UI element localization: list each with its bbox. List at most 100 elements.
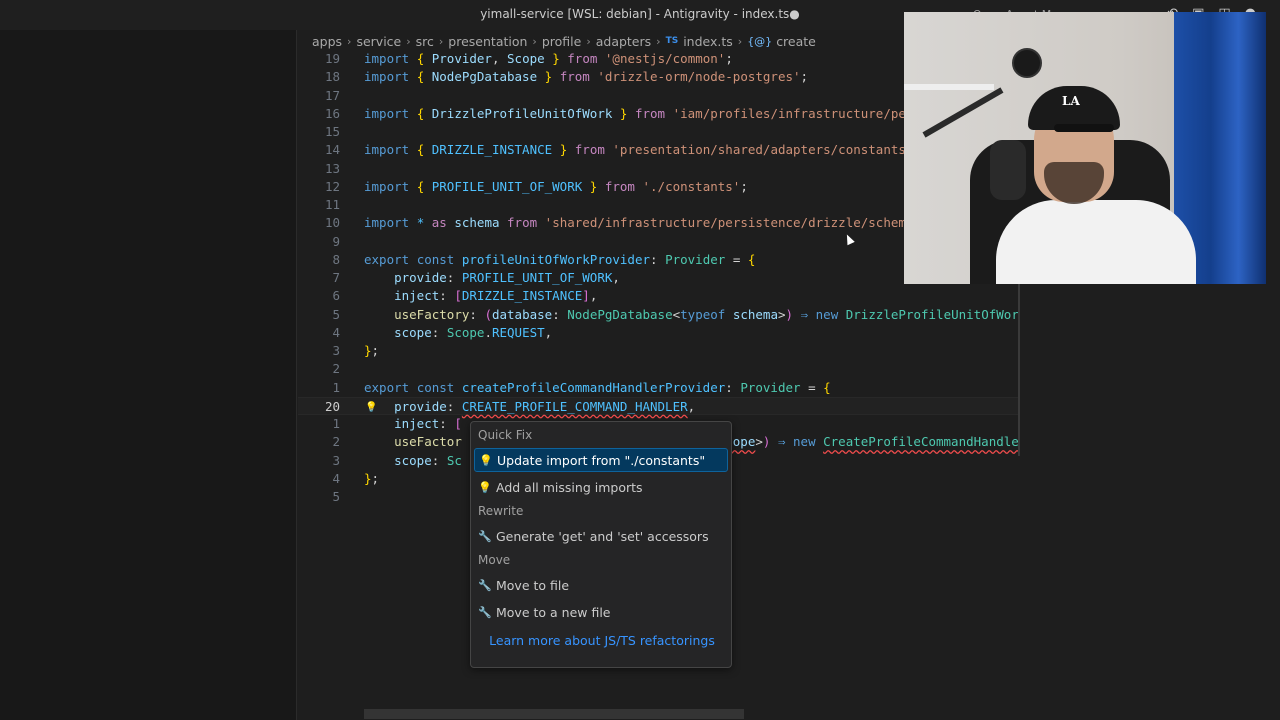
code-token: ) xyxy=(785,306,794,322)
quick-fix-group-title: Move xyxy=(478,553,511,567)
code-token: PROFILE_UNIT_OF_WORK xyxy=(431,178,583,194)
code-text: inject: [DRIZZLE_INSTANCE], xyxy=(364,287,597,305)
code-token: const xyxy=(416,379,455,395)
breadcrumb-item[interactable]: service xyxy=(356,34,401,49)
line-number: 5 xyxy=(332,489,340,504)
webcam-shirt xyxy=(996,200,1196,284)
chevron-right-icon: › xyxy=(347,34,352,48)
code-line[interactable]: 6 inject: [DRIZZLE_INSTANCE], xyxy=(298,287,1020,305)
code-token: './constants' xyxy=(642,178,741,194)
code-token: inject xyxy=(394,288,440,304)
code-token: new xyxy=(815,306,839,322)
webcam-cap-brim xyxy=(1054,124,1114,132)
code-token: scope xyxy=(394,324,432,340)
line-number: 2 xyxy=(332,361,340,377)
horizontal-scrollbar[interactable] xyxy=(364,709,744,719)
code-token: > xyxy=(777,306,786,322)
lightbulb-icon: 💡 xyxy=(478,480,492,494)
code-text: import { PROFILE_UNIT_OF_WORK } from './… xyxy=(364,178,748,196)
breadcrumb-symbol[interactable]: create xyxy=(776,34,816,49)
code-token: schema xyxy=(732,306,778,322)
code-token: from xyxy=(507,215,538,231)
line-number: 12 xyxy=(324,178,340,194)
scrollbar-indicator[interactable] xyxy=(1018,284,1020,456)
code-token: scope xyxy=(394,452,432,468)
quick-fix-item[interactable]: 🔧 Move to a new file xyxy=(474,600,728,624)
code-line[interactable]: 4 scope: Scope.REQUEST, xyxy=(298,324,1020,342)
code-token: import xyxy=(364,178,410,194)
breadcrumb-file[interactable]: index.ts xyxy=(683,34,733,49)
wrench-icon: 🔧 xyxy=(478,578,492,592)
code-line[interactable]: 2 xyxy=(298,360,1020,378)
code-token: Provider xyxy=(740,379,801,395)
breadcrumb-item[interactable]: apps xyxy=(312,34,342,49)
code-token: from xyxy=(567,51,598,66)
variable-symbol-icon: {@} xyxy=(747,34,773,48)
quick-fix-item[interactable]: 🔧 Generate 'get' and 'set' accessors xyxy=(474,524,728,548)
code-token: ; xyxy=(740,178,748,194)
code-token: ; xyxy=(371,470,380,486)
quick-fix-item-label: Move to a new file xyxy=(496,604,611,620)
code-text: }; xyxy=(364,342,379,360)
code-token: , xyxy=(544,324,553,340)
line-number: 15 xyxy=(324,124,340,139)
line-number: 7 xyxy=(332,270,340,285)
code-token: REQUEST xyxy=(491,324,545,340)
quick-fix-item-label: Update import from "./constants" xyxy=(497,452,706,468)
code-token: NodePgDatabase xyxy=(567,306,673,322)
code-text: inject: [ xyxy=(364,415,462,433)
code-token: } xyxy=(364,343,372,358)
code-token: Sc xyxy=(446,452,462,468)
code-token: useFactor xyxy=(394,434,462,450)
code-token: schema xyxy=(454,215,500,231)
webcam-shelf xyxy=(904,84,994,90)
code-token: from xyxy=(574,142,605,158)
code-token: . xyxy=(484,324,492,340)
breadcrumb-item[interactable]: presentation xyxy=(448,34,527,49)
code-token: , xyxy=(589,288,598,304)
webcam-cap-logo: LA xyxy=(1062,94,1080,108)
code-text: import * as schema from 'shared/infrastr… xyxy=(364,214,929,232)
code-token: from xyxy=(559,69,590,85)
quick-fix-item[interactable]: 💡 Add all missing imports xyxy=(474,475,728,499)
code-token: import xyxy=(364,215,410,231)
line-number: 2 xyxy=(332,434,340,450)
code-line[interactable]: 1 export const createProfileCommandHandle… xyxy=(298,379,1020,397)
code-token: } xyxy=(552,51,560,66)
quick-fix-item[interactable]: 💡 Update import from "./constants" xyxy=(474,448,728,472)
code-line[interactable]: 5 useFactory: (database: NodePgDatabase<… xyxy=(298,306,1020,324)
code-token: ] xyxy=(582,288,590,304)
code-token: { xyxy=(823,379,831,395)
code-token: : xyxy=(431,324,447,340)
breadcrumb-item[interactable]: profile xyxy=(542,34,581,49)
code-line[interactable]: 20 💡 provide: CREATE_PROFILE_COMMAND_HAND… xyxy=(298,396,1020,415)
code-line[interactable]: 3}; xyxy=(298,342,1020,360)
breadcrumb-item[interactable]: src xyxy=(416,34,434,49)
code-token: : xyxy=(725,379,741,395)
breadcrumb: apps › service › src › presentation › profile › ad… xyxy=(312,32,816,50)
quick-fix-item[interactable]: 🔧 Move to file xyxy=(474,573,728,597)
learn-more-link[interactable]: Learn more about JS/TS refactorings xyxy=(471,633,733,648)
chevron-right-icon: › xyxy=(737,34,743,48)
code-token: CREATE_PROFILE_COMMAND_HANDLER xyxy=(461,398,688,414)
line-number: 1 xyxy=(332,379,340,395)
code-token: new xyxy=(793,434,816,450)
breadcrumb-item[interactable]: adapters xyxy=(596,34,651,49)
code-token: : xyxy=(439,288,455,304)
